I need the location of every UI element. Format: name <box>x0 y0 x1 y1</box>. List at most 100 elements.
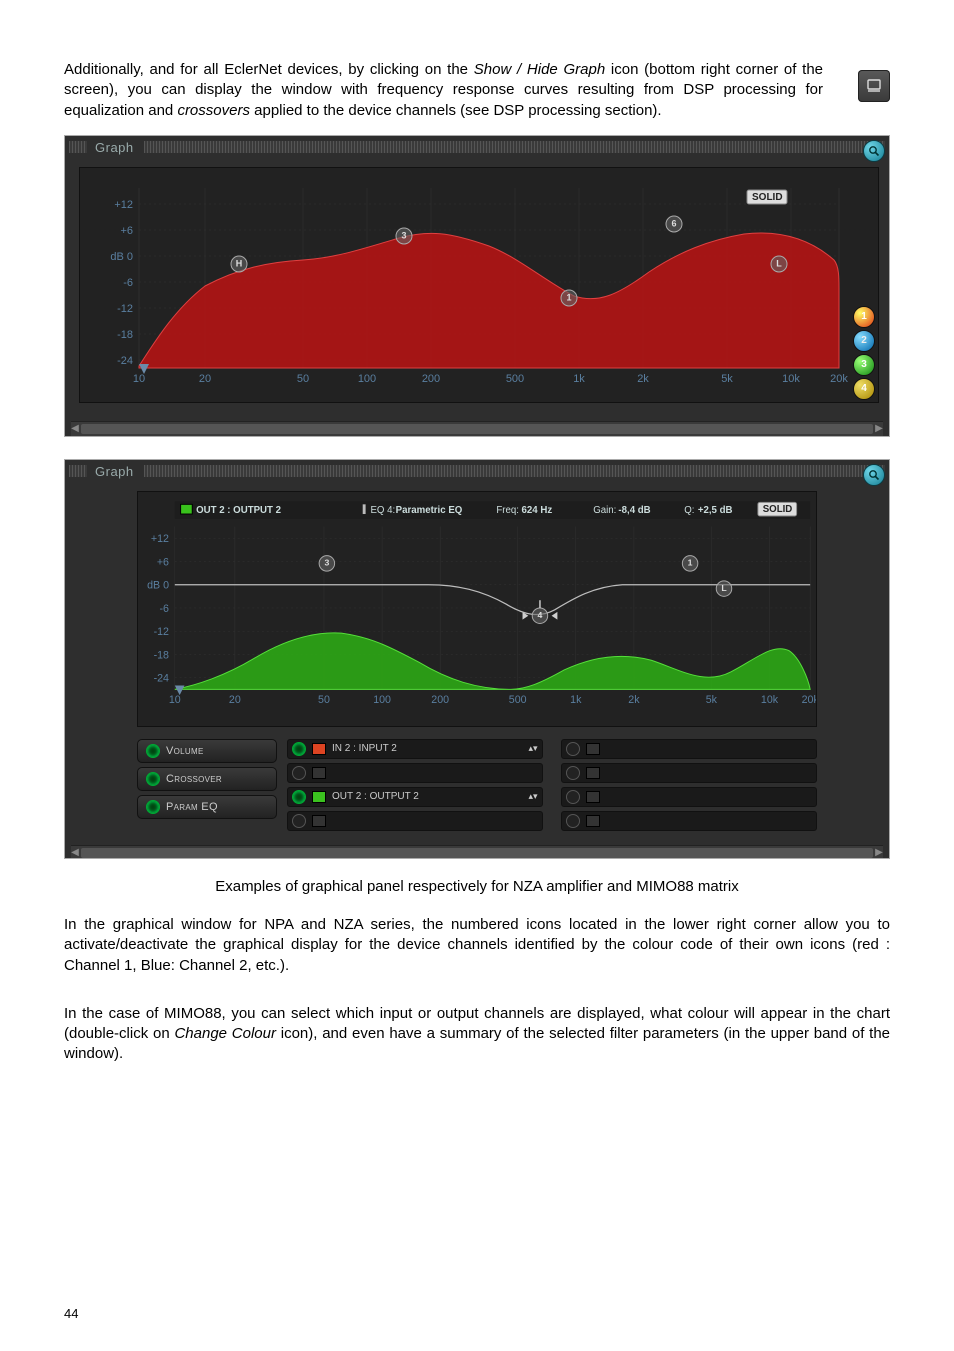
svg-text:200: 200 <box>431 694 449 706</box>
change-colour-icon[interactable] <box>181 504 193 514</box>
panel-title: Graph <box>91 462 138 481</box>
scroll-thumb[interactable] <box>81 848 873 858</box>
svg-text:L: L <box>776 258 782 268</box>
power-icon <box>292 766 306 780</box>
intro-text-3: applied to the device channels (see DSP … <box>250 102 662 119</box>
power-icon <box>292 742 306 756</box>
svg-text:+6: +6 <box>120 225 133 237</box>
curve-channel-1 <box>139 233 839 368</box>
scroll-left-icon[interactable]: ◀ <box>69 846 81 859</box>
svg-text:100: 100 <box>358 373 376 385</box>
channel-toggles: 1 2 3 4 <box>853 306 875 400</box>
svg-text:2k: 2k <box>637 373 649 385</box>
svg-text:20k: 20k <box>830 373 848 385</box>
power-icon <box>146 744 160 758</box>
svg-text:L: L <box>721 583 727 593</box>
scroll-right-icon[interactable]: ▶ <box>873 422 885 436</box>
panel-title: Graph <box>91 138 138 157</box>
svg-text:6: 6 <box>671 218 676 228</box>
change-colour-icon[interactable] <box>586 743 600 755</box>
change-colour-icon[interactable] <box>586 791 600 803</box>
change-colour-icon[interactable] <box>312 743 326 755</box>
svg-text:624 Hz: 624 Hz <box>522 505 553 516</box>
render-mode-tag[interactable]: SOLID <box>752 192 783 203</box>
svg-text:5k: 5k <box>721 373 733 385</box>
svg-text:+6: +6 <box>157 556 169 568</box>
channel-select-empty[interactable] <box>287 763 543 783</box>
channel-3-toggle[interactable]: 3 <box>853 354 875 376</box>
svg-text:3: 3 <box>401 230 406 240</box>
svg-text:500: 500 <box>509 694 527 706</box>
scroll-thumb[interactable] <box>81 424 873 434</box>
svg-text:Q:: Q: <box>684 505 694 516</box>
svg-text:-18: -18 <box>117 329 133 341</box>
scroll-left-icon[interactable]: ◀ <box>69 422 81 436</box>
render-mode-tag[interactable]: SOLID <box>763 504 793 515</box>
channel-select-empty[interactable] <box>287 811 543 831</box>
svg-text:H: H <box>236 258 243 268</box>
channel-select-empty[interactable] <box>561 787 817 807</box>
graph-panel-mimo88: Graph OUT 2 : OUTPUT 2 EQ 4: Parametric … <box>64 459 890 859</box>
intro-text-italic-1: Show / Hide Graph <box>474 61 605 78</box>
power-icon <box>292 814 306 828</box>
svg-text:5k: 5k <box>706 694 718 706</box>
svg-text:1: 1 <box>566 292 571 302</box>
change-colour-icon[interactable] <box>586 815 600 827</box>
zoom-icon[interactable] <box>863 140 885 162</box>
svg-text:EQ 4:: EQ 4: <box>370 505 395 516</box>
eq-handle-4[interactable]: 4 <box>523 600 558 623</box>
stepper-icon[interactable]: ▴▾ <box>528 791 538 802</box>
power-icon <box>566 742 580 756</box>
horizontal-scrollbar[interactable]: ◀ ▶ <box>71 421 883 436</box>
svg-text:20: 20 <box>229 694 241 706</box>
svg-text:dB 0: dB 0 <box>147 579 169 591</box>
svg-text:dB 0: dB 0 <box>110 251 133 263</box>
power-icon <box>566 766 580 780</box>
channel-select-out2[interactable]: OUT 2 : OUTPUT 2▴▾ <box>287 787 543 807</box>
svg-text:10k: 10k <box>761 694 779 706</box>
show-hide-graph-icon[interactable] <box>858 70 890 102</box>
svg-text:50: 50 <box>318 694 330 706</box>
body-paragraph: In the case of MIMO88, you can select wh… <box>64 1004 890 1065</box>
volume-button[interactable]: Volume <box>137 739 277 763</box>
svg-text:+2,5 dB: +2,5 dB <box>698 505 733 516</box>
crossover-button[interactable]: Crossover <box>137 767 277 791</box>
horizontal-scrollbar[interactable]: ◀ ▶ <box>71 845 883 859</box>
channel-select-empty[interactable] <box>561 739 817 759</box>
param-eq-button[interactable]: Param EQ <box>137 795 277 819</box>
channel-4-toggle[interactable]: 4 <box>853 378 875 400</box>
power-icon <box>146 772 160 786</box>
zoom-icon[interactable] <box>863 464 885 486</box>
svg-text:10: 10 <box>133 373 145 385</box>
body-paragraph: In the graphical window for NPA and NZA … <box>64 915 890 976</box>
channel-select-in2[interactable]: IN 2 : INPUT 2▴▾ <box>287 739 543 759</box>
channel-1-toggle[interactable]: 1 <box>853 306 875 328</box>
svg-text:4: 4 <box>538 610 543 620</box>
svg-text:-6: -6 <box>160 603 170 615</box>
svg-text:1: 1 <box>688 557 693 567</box>
svg-text:+12: +12 <box>114 199 133 211</box>
scroll-right-icon[interactable]: ▶ <box>873 846 885 859</box>
channel-2-toggle[interactable]: 2 <box>853 330 875 352</box>
svg-text:200: 200 <box>422 373 440 385</box>
frequency-response-chart[interactable]: OUT 2 : OUTPUT 2 EQ 4: Parametric EQ Fre… <box>137 491 817 727</box>
svg-text:10: 10 <box>169 694 181 706</box>
curve-eq-band <box>175 584 810 614</box>
stepper-icon[interactable]: ▴▾ <box>528 743 538 754</box>
svg-text:OUT 2 : OUTPUT 2: OUT 2 : OUTPUT 2 <box>196 505 281 516</box>
change-colour-icon[interactable] <box>586 767 600 779</box>
svg-text:+12: +12 <box>151 533 169 545</box>
frequency-response-chart[interactable]: H 3 1 6 L SOLID +12 +6 dB 0 <box>79 167 879 403</box>
channel-select-empty[interactable] <box>561 763 817 783</box>
power-icon <box>292 790 306 804</box>
power-icon <box>146 800 160 814</box>
svg-text:20k: 20k <box>802 694 816 706</box>
change-colour-icon[interactable] <box>312 791 326 803</box>
svg-text:3: 3 <box>324 557 329 567</box>
change-colour-icon[interactable] <box>312 815 326 827</box>
svg-text:500: 500 <box>506 373 524 385</box>
svg-text:-6: -6 <box>123 277 133 289</box>
intro-text: Additionally, and for all EclerNet devic… <box>64 61 474 78</box>
channel-select-empty[interactable] <box>561 811 817 831</box>
change-colour-icon[interactable] <box>312 767 326 779</box>
